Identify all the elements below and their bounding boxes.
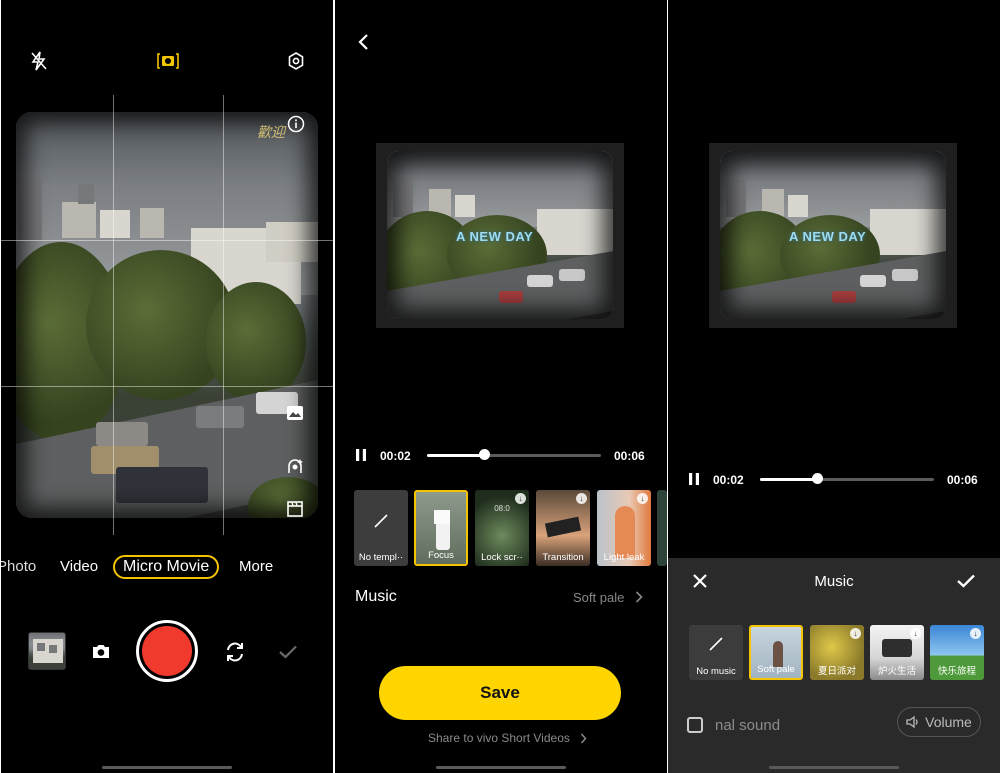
pause-icon[interactable] xyxy=(353,447,369,463)
template-item[interactable]: No templ·· xyxy=(354,490,408,566)
video-preview[interactable]: A NEW DAY xyxy=(709,143,957,328)
grid-line xyxy=(113,95,114,535)
template-item[interactable]: Focus xyxy=(414,490,468,566)
clapper-icon[interactable] xyxy=(284,498,306,520)
pause-icon[interactable] xyxy=(686,471,702,487)
progress-knob[interactable] xyxy=(812,473,823,484)
template-item[interactable]: ↓ Light leak xyxy=(597,490,651,566)
original-sound-label: nal sound xyxy=(715,717,781,734)
mode-micro-movie[interactable]: Micro Movie xyxy=(113,555,220,579)
time-current: 00:02 xyxy=(713,473,744,487)
progress-bar[interactable] xyxy=(760,478,934,481)
home-indicator xyxy=(436,766,566,769)
time-total: 00:06 xyxy=(614,449,645,463)
progress-bar[interactable] xyxy=(427,454,601,457)
camera-icon[interactable] xyxy=(89,640,113,662)
music-value[interactable]: Soft pale xyxy=(573,590,624,605)
music-label: Music xyxy=(355,588,397,605)
template-item[interactable] xyxy=(657,490,667,566)
music-item[interactable]: No music xyxy=(689,625,743,680)
music-item-label: 炉火生活 xyxy=(877,666,916,677)
music-item-label: 夏日派对 xyxy=(817,666,856,677)
filter-icon[interactable] xyxy=(284,455,306,477)
shutter-button[interactable] xyxy=(136,620,198,682)
time-total: 00:06 xyxy=(947,473,978,487)
volume-button[interactable]: Volume xyxy=(897,707,981,737)
template-label: Lock scr·· xyxy=(481,552,523,563)
info-icon[interactable] xyxy=(285,113,307,135)
music-picker-screen: A NEW DAY 00:02 00:06 Music No music Sof… xyxy=(668,0,1000,773)
progress-knob[interactable] xyxy=(479,449,490,460)
template-item[interactable]: ↓ Transition xyxy=(536,490,590,566)
grid-line xyxy=(1,386,333,387)
home-indicator xyxy=(769,766,899,769)
template-item[interactable]: 08:0 ↓ Lock scr·· xyxy=(475,490,529,566)
chevron-right-icon[interactable] xyxy=(578,731,588,745)
flash-off-icon[interactable] xyxy=(27,49,51,73)
watermark: 歡迎 xyxy=(257,124,285,140)
back-chevron-icon[interactable] xyxy=(351,30,375,54)
share-link[interactable]: Share to vivo Short Videos xyxy=(428,731,570,745)
mode-video[interactable]: Video xyxy=(60,558,98,575)
grid-line xyxy=(1,240,333,241)
music-item-label: No music xyxy=(696,666,736,677)
music-item-label: Soft pale xyxy=(757,664,795,675)
speaker-icon xyxy=(906,715,918,729)
gallery-thumbnail[interactable] xyxy=(28,632,66,670)
mode-photo[interactable]: Photo xyxy=(1,558,36,575)
overlay-title: A NEW DAY xyxy=(456,229,534,244)
music-item[interactable]: ↓ 夏日派对 xyxy=(810,625,864,680)
music-item[interactable]: ↓ 炉火生活 xyxy=(870,625,924,680)
template-label: Transition xyxy=(542,552,584,563)
micro-movie-editor: A NEW DAY 00:02 00:06 No templ·· Focus 0… xyxy=(335,0,667,773)
video-preview[interactable]: A NEW DAY xyxy=(376,143,624,328)
home-indicator xyxy=(102,766,232,769)
mode-more[interactable]: More xyxy=(239,558,273,575)
save-button[interactable]: Save xyxy=(379,666,621,720)
time-current: 00:02 xyxy=(380,449,411,463)
viewfinder[interactable] xyxy=(16,112,318,518)
template-label: No templ·· xyxy=(358,552,404,563)
sheet-title: Music xyxy=(814,573,854,590)
music-item[interactable]: Soft pale xyxy=(749,625,803,680)
check-icon[interactable] xyxy=(955,571,977,591)
music-item-label: 快乐旅程 xyxy=(937,666,976,677)
switch-camera-icon[interactable] xyxy=(223,640,247,664)
camera-frame-icon[interactable] xyxy=(155,49,181,73)
chevron-right-icon[interactable] xyxy=(633,589,645,605)
template-label: Focus xyxy=(428,550,454,561)
volume-label: Volume xyxy=(925,714,972,730)
grid-line xyxy=(223,95,224,535)
template-label: Light leak xyxy=(603,552,645,563)
camera-screen: 歡迎 Photo Video Micro Movie More xyxy=(1,0,333,773)
check-icon[interactable] xyxy=(277,642,299,662)
settings-icon[interactable] xyxy=(284,49,308,73)
overlay-title: A NEW DAY xyxy=(789,229,867,244)
music-item[interactable]: ↓ 快乐旅程 xyxy=(930,625,984,680)
original-sound-checkbox[interactable] xyxy=(687,717,703,733)
frame-icon[interactable] xyxy=(284,402,306,424)
